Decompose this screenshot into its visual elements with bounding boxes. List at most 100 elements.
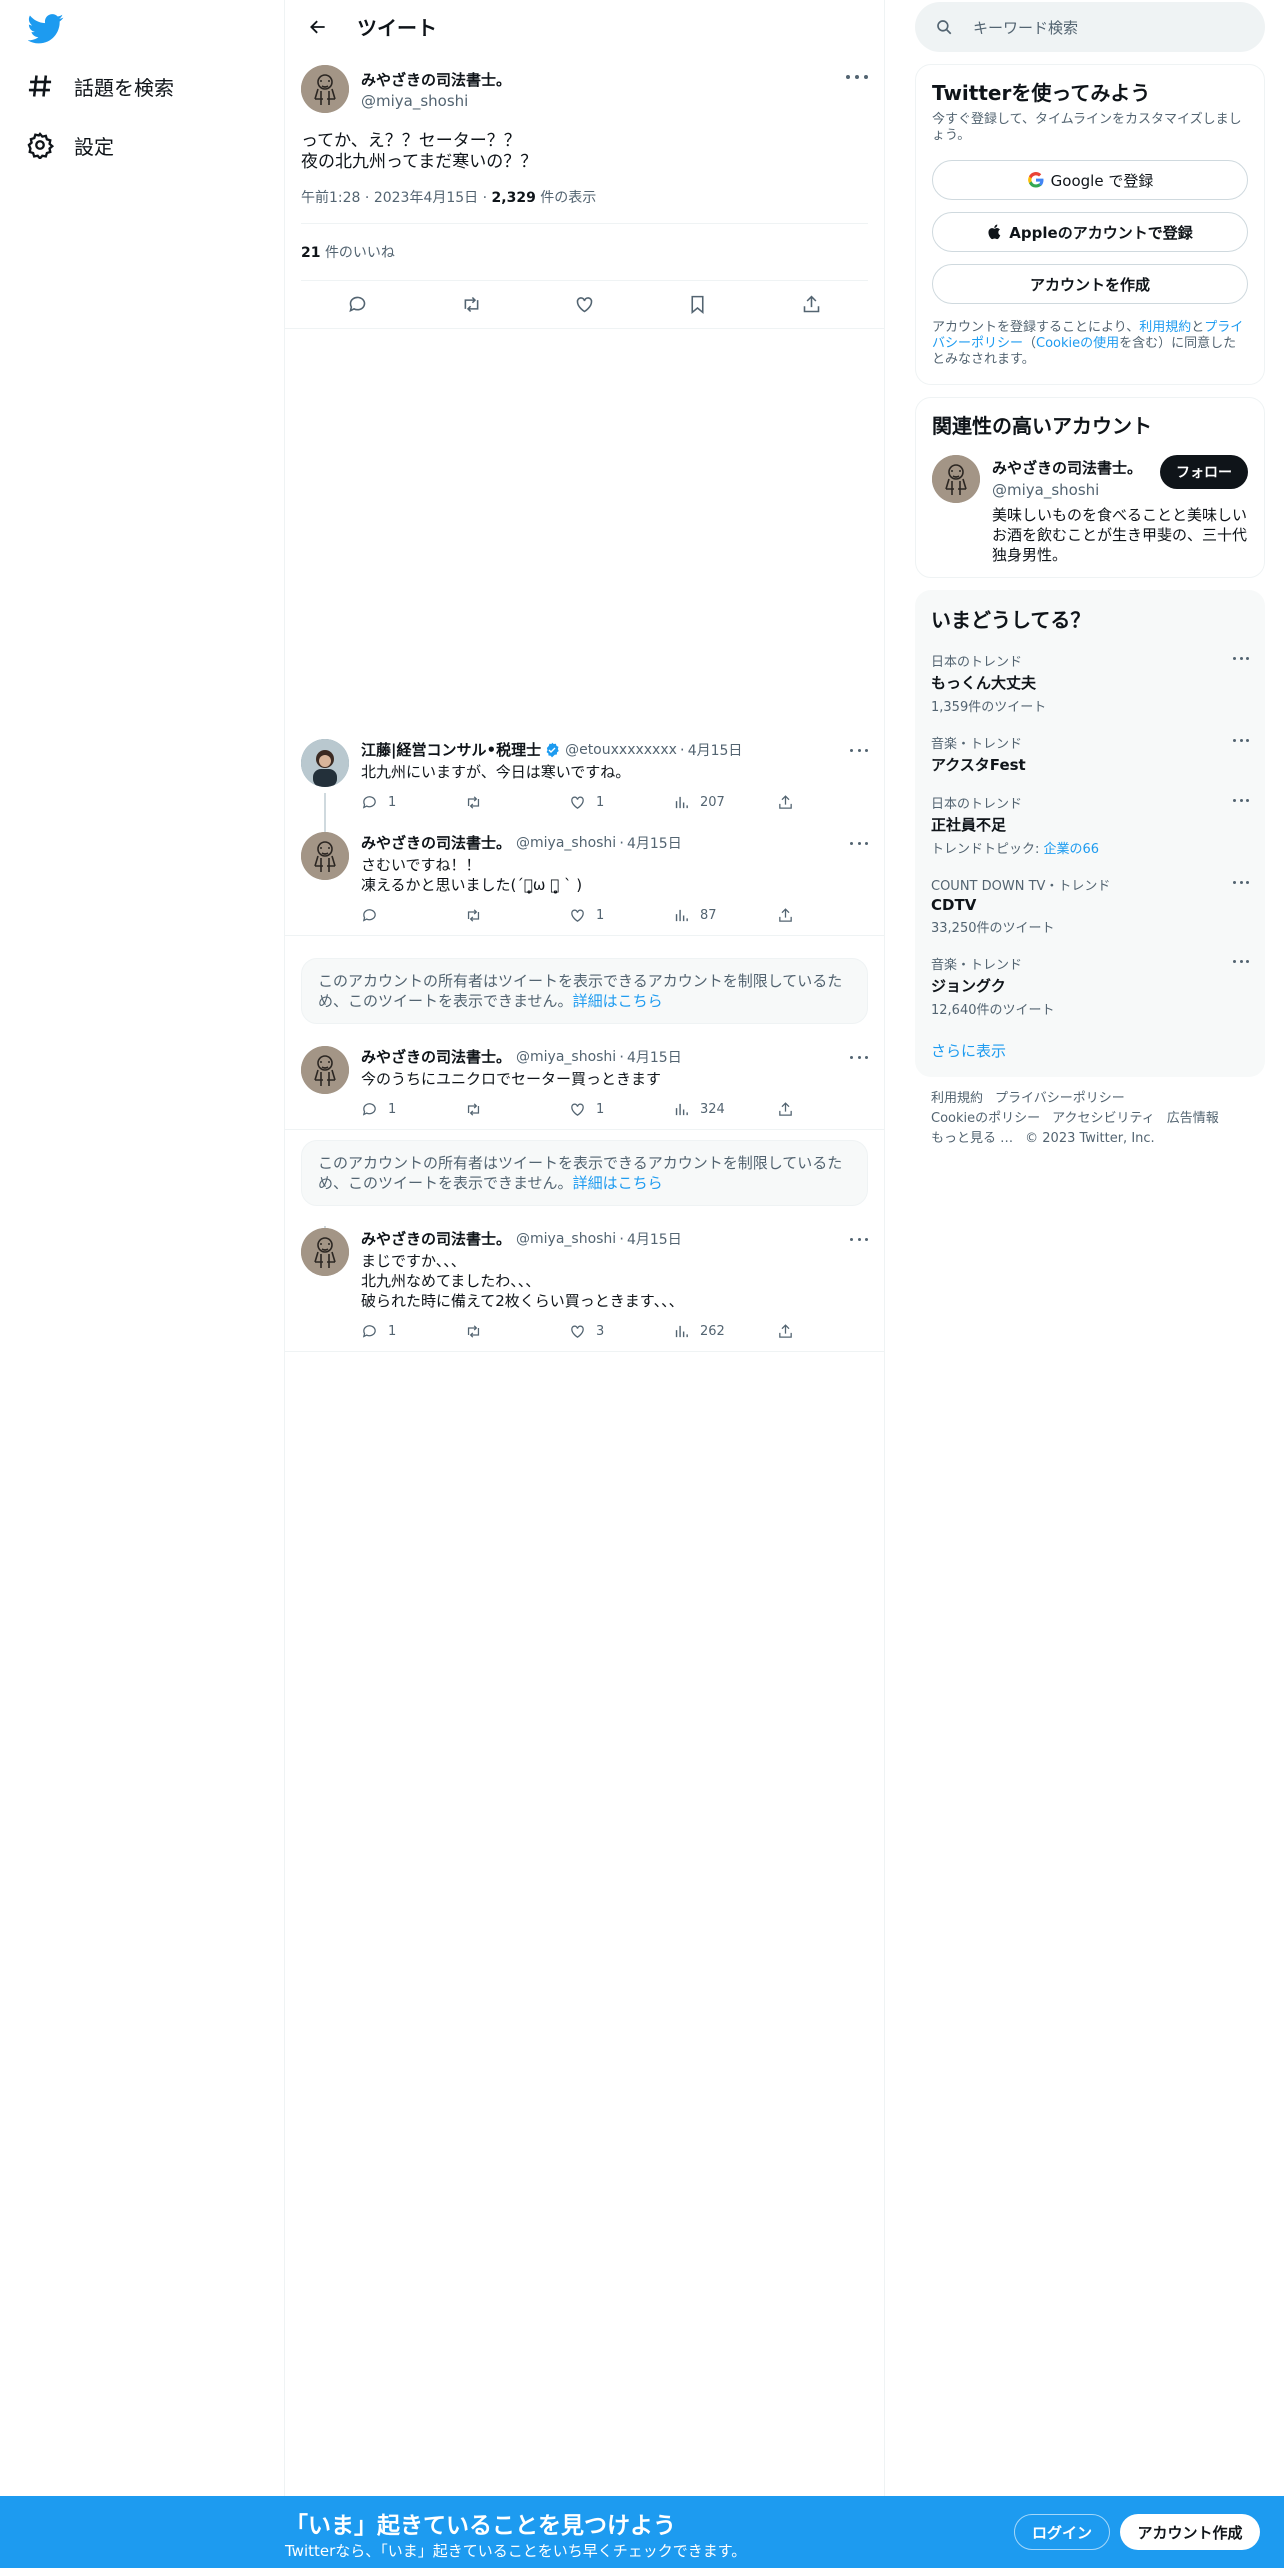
tweet-date[interactable]: 4月15日: [627, 833, 682, 853]
show-more-link[interactable]: さらに表示: [931, 1040, 1249, 1061]
share-button[interactable]: [777, 794, 804, 811]
retweet-button[interactable]: [465, 1101, 569, 1118]
views-chart-icon: [675, 796, 688, 808]
share-icon[interactable]: [801, 294, 822, 315]
bookmark-icon[interactable]: [687, 294, 708, 315]
reply-button[interactable]: 1: [361, 1323, 465, 1340]
more-options-icon[interactable]: [850, 747, 868, 753]
trend-item[interactable]: 音楽・トレンド アクスタFest: [931, 733, 1249, 775]
nav-settings[interactable]: 設定: [26, 117, 114, 173]
author-name[interactable]: みやざきの司法書士。: [361, 832, 511, 853]
retweet-button[interactable]: [465, 907, 569, 924]
trend-topic-link[interactable]: 企業の66: [1044, 842, 1100, 857]
retweet-button[interactable]: [465, 794, 569, 811]
author-handle[interactable]: @miya_shoshi: [516, 835, 616, 851]
footer-link-accessibility[interactable]: アクセシビリティ: [1052, 1111, 1155, 1126]
signup-subtitle: 今すぐ登録して、タイムラインをカスタマイズしましょう。: [932, 112, 1242, 143]
twitter-logo-icon[interactable]: [28, 14, 64, 44]
reply-button[interactable]: 1: [361, 794, 465, 811]
share-button[interactable]: [777, 1323, 804, 1340]
tweet-time[interactable]: 午前1:28: [301, 190, 360, 206]
views-button[interactable]: 87: [673, 907, 777, 924]
share-button[interactable]: [777, 907, 804, 924]
trend-item[interactable]: 音楽・トレンド ジョングク 12,640件のツイート: [931, 954, 1249, 1018]
retweet-button[interactable]: [465, 1323, 569, 1340]
tweet-date[interactable]: 4月15日: [627, 1229, 682, 1249]
tweet-date[interactable]: 4月15日: [688, 740, 743, 760]
learn-more-link[interactable]: 詳細はこちら: [573, 1174, 663, 1192]
terms-link[interactable]: 利用規約: [1139, 320, 1191, 335]
trend-item[interactable]: 日本のトレンド もっくん大丈夫 1,359件のツイート: [931, 651, 1249, 715]
views-button[interactable]: 262: [673, 1323, 777, 1340]
trend-name: アクスタFest: [931, 756, 1026, 774]
footer-links: 利用規約 プライバシーポリシー Cookieのポリシー アクセシビリティ 広告情報 も…: [915, 1077, 1265, 1161]
nav-explore[interactable]: 話題を検索: [26, 58, 174, 114]
more-options-icon[interactable]: [1233, 739, 1249, 743]
more-options-icon[interactable]: [1233, 799, 1249, 803]
like-button[interactable]: 3: [569, 1323, 673, 1340]
more-options-icon[interactable]: [1233, 960, 1249, 964]
create-account-button[interactable]: アカウントを作成: [932, 264, 1248, 304]
footer-link-terms[interactable]: 利用規約: [931, 1091, 983, 1106]
tweet-date[interactable]: 4月15日: [627, 1047, 682, 1067]
author-name[interactable]: みやざきの司法書士。: [361, 69, 511, 90]
reply-button[interactable]: 1: [361, 1101, 465, 1118]
trend-count: 33,250件のツイート: [931, 921, 1055, 936]
tweet-date[interactable]: 2023年4月15日: [374, 190, 478, 206]
google-signup-button[interactable]: Google で登録: [932, 160, 1248, 200]
more-options-icon[interactable]: [850, 1236, 868, 1242]
author-handle[interactable]: @etouxxxxxxxx: [565, 742, 677, 758]
apple-signup-button[interactable]: Appleのアカウントで登録: [932, 212, 1248, 252]
views-button[interactable]: 207: [673, 794, 777, 811]
likes-row[interactable]: 21 件のいいね: [301, 224, 868, 281]
footer-link-privacy[interactable]: プライバシーポリシー: [995, 1091, 1125, 1106]
footer-link-ads[interactable]: 広告情報: [1167, 1111, 1219, 1126]
learn-more-link[interactable]: 詳細はこちら: [573, 992, 663, 1010]
avatar[interactable]: [301, 65, 349, 113]
more-options-icon[interactable]: [1233, 657, 1249, 661]
author-handle[interactable]: @miya_shoshi: [361, 92, 511, 110]
heart-icon[interactable]: [574, 294, 595, 315]
like-button[interactable]: 1: [569, 907, 673, 924]
reply-tweet[interactable]: 江藤|経営コンサル•税理士 @etouxxxxxxxx · 4月15日 北九州に…: [285, 729, 884, 841]
login-button[interactable]: ログイン: [1014, 2514, 1110, 2550]
left-navigation: 話題を検索 設定: [0, 0, 285, 2496]
avatar[interactable]: [301, 739, 349, 787]
author-handle[interactable]: @miya_shoshi: [516, 1231, 616, 1247]
footer-link-more[interactable]: もっと見る …: [931, 1131, 1013, 1146]
cookie-link[interactable]: Cookieの使用: [1036, 336, 1119, 351]
related-account[interactable]: みやざきの司法書士。 @miya_shoshi 美味しいものを食べることと美味し…: [932, 455, 1248, 565]
more-options-icon[interactable]: [850, 840, 868, 846]
reply-button[interactable]: [361, 907, 465, 924]
retweet-icon[interactable]: [461, 294, 482, 315]
views-button[interactable]: 324: [673, 1101, 777, 1118]
avatar[interactable]: [932, 455, 980, 503]
like-button[interactable]: 1: [569, 1101, 673, 1118]
trend-count: トレンドトピック: 企業の66: [931, 838, 1249, 857]
reply-tweet[interactable]: みやざきの司法書士。 @miya_shoshi · 4月15日 今のうちにユニク…: [285, 1036, 884, 1130]
more-options-icon[interactable]: [846, 71, 868, 83]
avatar[interactable]: [301, 832, 349, 880]
footer-link-cookie[interactable]: Cookieのポリシー: [931, 1111, 1040, 1126]
search-input[interactable]: キーワード検索: [915, 2, 1265, 52]
back-button[interactable]: [301, 10, 335, 44]
trend-category: 日本のトレンド: [931, 655, 1023, 670]
trend-item[interactable]: 日本のトレンド 正社員不足 トレンドトピック: 企業の66: [931, 793, 1249, 857]
reply-tweet[interactable]: みやざきの司法書士。 @miya_shoshi · 4月15日 さむいですね！！…: [285, 822, 884, 936]
author-handle[interactable]: @miya_shoshi: [516, 1049, 616, 1065]
share-button[interactable]: [777, 1101, 804, 1118]
reply-tweet[interactable]: みやざきの司法書士。 @miya_shoshi · 4月15日 まじですか、、、…: [285, 1218, 884, 1352]
author-name[interactable]: みやざきの司法書士。: [361, 1046, 511, 1067]
reply-icon[interactable]: [347, 294, 368, 315]
follow-button[interactable]: フォロー: [1160, 455, 1248, 489]
author-name[interactable]: 江藤|経営コンサル•税理士: [361, 739, 541, 760]
author-name[interactable]: みやざきの司法書士。: [361, 1228, 511, 1249]
more-options-icon[interactable]: [1233, 881, 1249, 885]
like-button[interactable]: 1: [569, 794, 673, 811]
more-options-icon[interactable]: [850, 1054, 868, 1060]
avatar[interactable]: [301, 1228, 349, 1276]
trend-item[interactable]: COUNT DOWN TV・トレンド CDTV 33,250件のツイート: [931, 875, 1249, 936]
signup-button[interactable]: アカウント作成: [1120, 2514, 1260, 2550]
avatar[interactable]: [301, 1046, 349, 1094]
view-count: 262: [700, 1323, 725, 1339]
